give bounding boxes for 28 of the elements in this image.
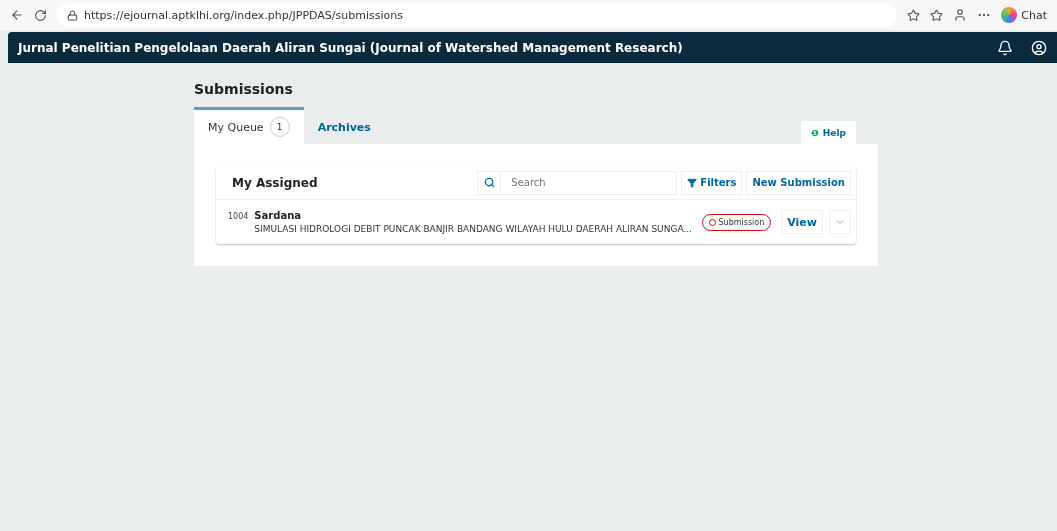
notification-icon[interactable] — [997, 39, 1013, 56]
copilot-icon — [1001, 7, 1018, 23]
submission-id: 1004 — [228, 212, 249, 221]
author-name: Sardana — [254, 210, 302, 221]
back-icon[interactable] — [10, 8, 24, 22]
view-button[interactable]: View — [781, 210, 823, 234]
favorites-icon[interactable] — [930, 8, 944, 22]
profile-icon[interactable] — [953, 8, 968, 22]
filter-icon — [687, 177, 698, 188]
user-icon[interactable] — [1031, 39, 1047, 56]
reload-icon[interactable] — [34, 8, 47, 22]
tab[interactable]: My Queue 1 — [194, 107, 304, 144]
submission-title: SIMULASI HIDROLOGI DEBIT PUNCAK BANJIR BANDANG WILAYAH HULU DAERAH ALIRAN SUNGA... — [254, 224, 693, 234]
help-tab[interactable]: ❶ Help — [801, 121, 856, 144]
new-submission-button[interactable]: New Submission — [746, 170, 851, 195]
filters-button[interactable]: Filters — [681, 170, 743, 195]
address-field[interactable]: https://ejournal.aptklhi.org/index.php/JPPDAS/submissions — [57, 3, 898, 27]
search-button[interactable] — [477, 170, 502, 195]
tab[interactable]: Archives — [303, 107, 385, 144]
search-field[interactable]: Search — [501, 170, 678, 195]
chevron-down-icon — [835, 217, 845, 227]
site-title: Jurnal Penelitian Pengelolaan Daerah Aliran Sungai (Journal of Watershed Management Research) — [18, 40, 684, 55]
star-icon[interactable] — [907, 8, 921, 22]
page-title: Submissions — [194, 81, 294, 97]
chat-button[interactable]: Chat — [1001, 7, 1047, 23]
list-title: My Assigned — [232, 175, 319, 190]
lock-icon — [67, 9, 78, 21]
search-icon — [483, 177, 495, 188]
